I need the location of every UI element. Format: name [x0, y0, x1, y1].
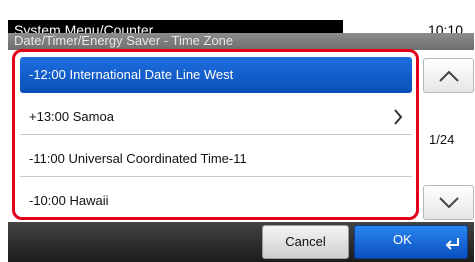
list-item-label: -12:00 International Date Line West — [29, 67, 234, 82]
scroll-up-button[interactable] — [423, 58, 474, 93]
scroll-down-button[interactable] — [423, 185, 474, 220]
list-item-label: -10:00 Hawaii — [29, 193, 109, 208]
breadcrumb: Date/Timer/Energy Saver - Time Zone — [14, 33, 234, 48]
list-item[interactable]: -11:00 Universal Coordinated Time-11 — [20, 141, 412, 177]
page-indicator: 1/24 — [429, 132, 455, 147]
list-item-label: -11:00 Universal Coordinated Time-11 — [29, 151, 247, 166]
list-item[interactable]: -10:00 Hawaii — [20, 183, 412, 217]
list-item-label: +13:00 Samoa — [29, 109, 114, 124]
chevron-right-icon — [392, 99, 404, 147]
ok-button[interactable]: OK — [354, 225, 468, 259]
time-zone-list: -12:00 International Date Line West +13:… — [12, 49, 419, 220]
list-item[interactable]: +13:00 Samoa — [20, 99, 412, 135]
chevron-up-icon — [424, 66, 473, 86]
ok-button-label: OK — [393, 232, 412, 247]
enter-icon — [445, 237, 461, 254]
list-item[interactable]: -12:00 International Date Line West — [20, 57, 412, 93]
cancel-button[interactable]: Cancel — [262, 225, 349, 259]
chevron-down-icon — [424, 193, 473, 213]
